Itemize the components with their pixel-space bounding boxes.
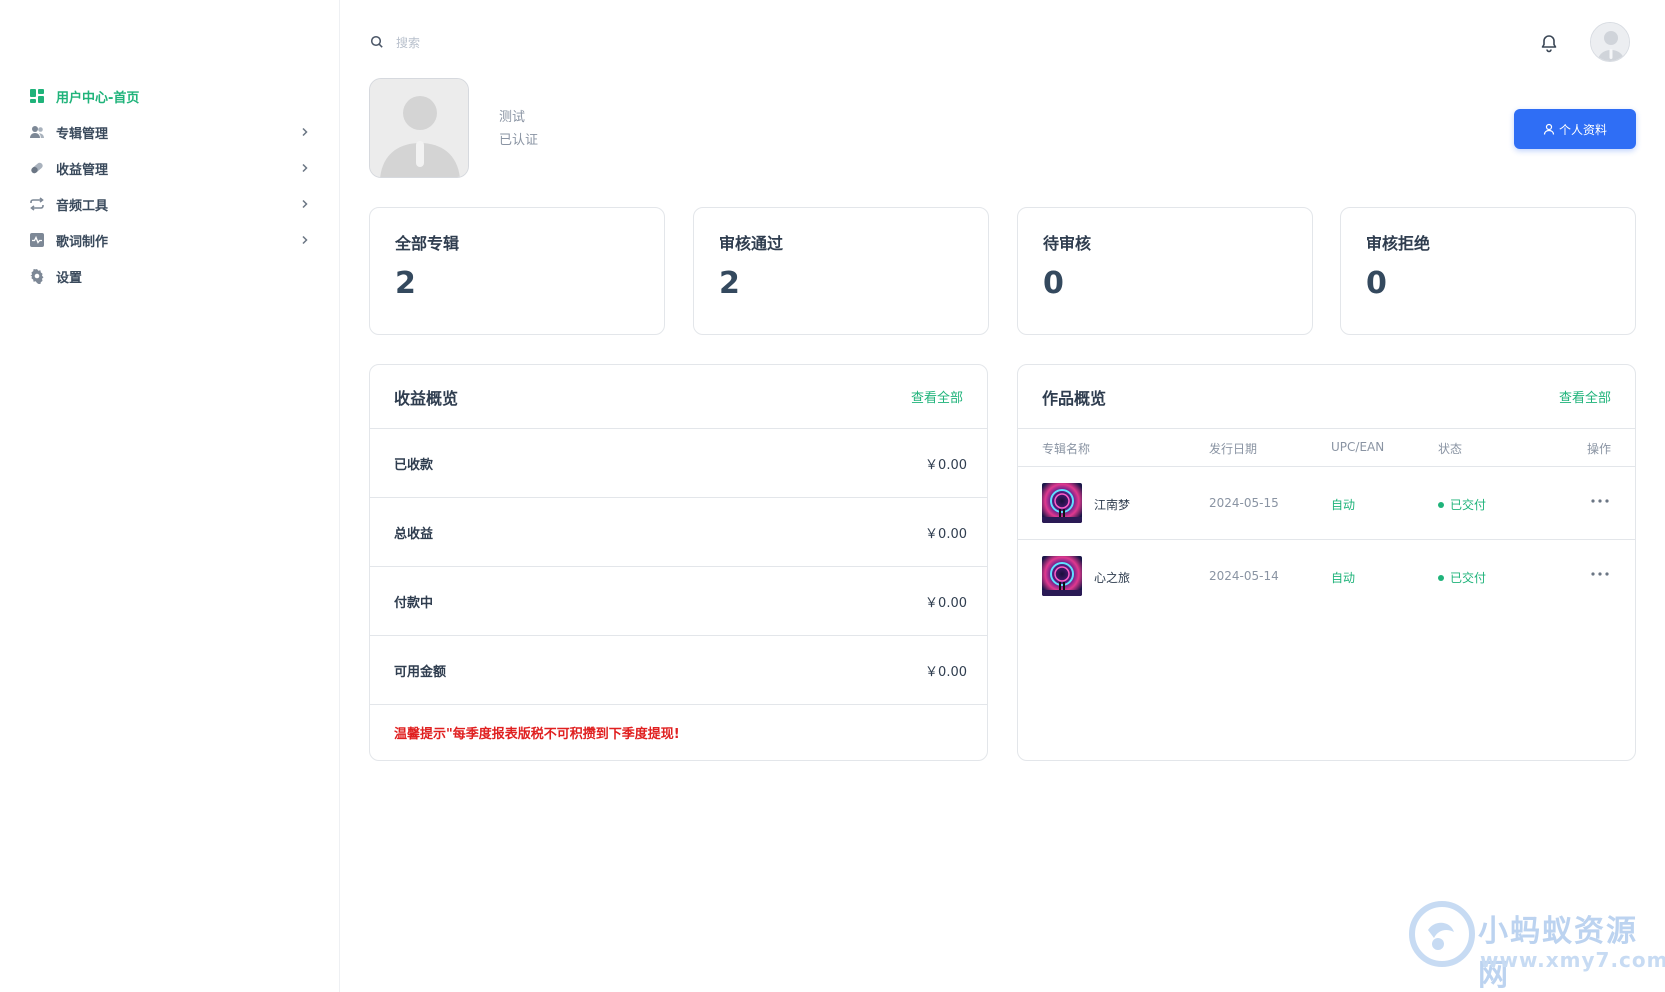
- profile-name: 测试: [499, 110, 526, 125]
- stat-value: 0: [1043, 266, 1064, 301]
- column-header-status: 状态: [1438, 442, 1463, 456]
- status-badge: 已交付: [1438, 569, 1486, 586]
- users-icon: [28, 123, 46, 141]
- status-dot: [1438, 501, 1444, 508]
- repeat-icon: [28, 195, 46, 213]
- income-value: ￥0.00: [925, 457, 967, 473]
- profile-button-label: 个人资料: [1558, 122, 1607, 137]
- sidebar-item-home[interactable]: 用户中心-首页: [28, 78, 312, 114]
- more-actions-icon[interactable]: [1588, 489, 1612, 513]
- works-panel-title: 作品概览: [1042, 388, 1107, 408]
- stat-value: 2: [395, 266, 416, 301]
- income-overview-panel: 收益概览 查看全部 已收款 ￥0.00 总收益 ￥0.00 付款中 ￥0.00 …: [369, 364, 988, 761]
- stat-value: 0: [1366, 266, 1387, 301]
- income-label: 已收款: [394, 457, 434, 473]
- stat-card-approved: 审核通过 2: [693, 207, 989, 335]
- status-text: 已交付: [1450, 498, 1487, 512]
- column-header-upc: UPC/EAN: [1331, 440, 1385, 454]
- search-icon: [370, 34, 384, 53]
- sidebar-item-lyrics[interactable]: 歌词制作: [28, 222, 312, 258]
- sidebar-item-label: 收益管理: [56, 162, 109, 178]
- profile-avatar: [369, 78, 469, 178]
- sidebar: 用户中心-首页 专辑管理 收益管理 音频工具 歌词制作 设置: [0, 0, 340, 992]
- user-icon: [1543, 123, 1555, 135]
- search-input[interactable]: [396, 36, 636, 50]
- stat-title: 审核通过: [719, 234, 784, 253]
- income-panel-header: 收益概览 查看全部: [370, 365, 987, 429]
- income-label: 付款中: [394, 595, 434, 611]
- sidebar-item-label: 专辑管理: [56, 126, 109, 142]
- income-row-received: 已收款 ￥0.00: [370, 429, 987, 498]
- sidebar-item-settings[interactable]: 设置: [28, 258, 312, 294]
- watermark-logo-icon: [1408, 900, 1476, 976]
- works-overview-panel: 作品概览 查看全部 专辑名称 发行日期 UPC/EAN 状态 操作 江南梦 20…: [1017, 364, 1636, 761]
- stat-title: 审核拒绝: [1366, 234, 1431, 253]
- status-text: 已交付: [1450, 571, 1487, 585]
- gear-icon: [28, 267, 46, 285]
- income-value: ￥0.00: [925, 664, 967, 680]
- income-row-available: 可用金额 ￥0.00: [370, 636, 987, 705]
- income-label: 可用金额: [394, 664, 447, 680]
- profile-verified-status: 已认证: [499, 133, 539, 148]
- watermark: 小蚂蚁资源网 www.xmy7.com: [1408, 900, 1665, 992]
- income-value: ￥0.00: [925, 595, 967, 611]
- album-name[interactable]: 心之旅: [1094, 569, 1130, 586]
- chevron-right-icon: [298, 197, 312, 211]
- sidebar-item-label: 音频工具: [56, 198, 109, 214]
- user-avatar[interactable]: [1590, 22, 1630, 62]
- works-view-all-link[interactable]: 查看全部: [1559, 387, 1611, 406]
- status-badge: 已交付: [1438, 496, 1486, 513]
- stat-value: 2: [719, 266, 740, 301]
- chevron-right-icon: [298, 233, 312, 247]
- stat-title: 待审核: [1043, 234, 1092, 253]
- release-date: 2024-05-14: [1209, 569, 1279, 583]
- album-cover: [1042, 483, 1082, 523]
- column-header-release-date: 发行日期: [1209, 442, 1258, 456]
- sidebar-item-income[interactable]: 收益管理: [28, 150, 312, 186]
- sidebar-nav: 用户中心-首页 专辑管理 收益管理 音频工具 歌词制作 设置: [28, 78, 312, 294]
- release-date: 2024-05-15: [1209, 496, 1279, 510]
- works-table-header: 专辑名称 发行日期 UPC/EAN 状态 操作: [1018, 429, 1635, 467]
- dashboard-icon: [28, 87, 46, 105]
- chevron-right-icon: [298, 161, 312, 175]
- income-notice: 温馨提示"每季度报表版税不可积攒到下季度提现!: [394, 727, 680, 742]
- search-bar: [370, 32, 670, 54]
- more-actions-icon[interactable]: [1588, 562, 1612, 586]
- pill-icon: [28, 159, 46, 177]
- stat-card-all-albums: 全部专辑 2: [369, 207, 665, 335]
- column-header-album-name: 专辑名称: [1042, 442, 1091, 456]
- sidebar-item-label: 歌词制作: [56, 234, 109, 250]
- watermark-url: www.xmy7.com: [1480, 948, 1665, 972]
- notification-bell-icon[interactable]: [1538, 32, 1560, 54]
- income-panel-title: 收益概览: [394, 388, 459, 408]
- stat-title: 全部专辑: [395, 234, 460, 253]
- stat-card-pending: 待审核 0: [1017, 207, 1313, 335]
- album-name[interactable]: 江南梦: [1094, 496, 1130, 513]
- sidebar-item-audio-tools[interactable]: 音频工具: [28, 186, 312, 222]
- stat-card-rejected: 审核拒绝 0: [1340, 207, 1636, 335]
- sidebar-item-label: 设置: [56, 270, 83, 286]
- profile-button[interactable]: 个人资料: [1514, 109, 1636, 149]
- upc-value: 自动: [1331, 571, 1356, 585]
- income-row-total: 总收益 ￥0.00: [370, 498, 987, 567]
- upc-value: 自动: [1331, 498, 1356, 512]
- album-cover: [1042, 556, 1082, 596]
- table-row: 江南梦 2024-05-15 自动 已交付: [1018, 467, 1635, 540]
- works-panel-header: 作品概览 查看全部: [1018, 365, 1635, 429]
- activity-icon: [28, 231, 46, 249]
- table-row: 心之旅 2024-05-14 自动 已交付: [1018, 540, 1635, 613]
- income-view-all-link[interactable]: 查看全部: [911, 387, 963, 406]
- sidebar-item-label: 用户中心-首页: [56, 90, 140, 106]
- income-value: ￥0.00: [925, 526, 967, 542]
- chevron-right-icon: [298, 125, 312, 139]
- income-label: 总收益: [394, 526, 434, 542]
- column-header-actions: 操作: [1587, 442, 1612, 456]
- status-dot: [1438, 574, 1444, 581]
- income-row-paying: 付款中 ￥0.00: [370, 567, 987, 636]
- sidebar-item-albums[interactable]: 专辑管理: [28, 114, 312, 150]
